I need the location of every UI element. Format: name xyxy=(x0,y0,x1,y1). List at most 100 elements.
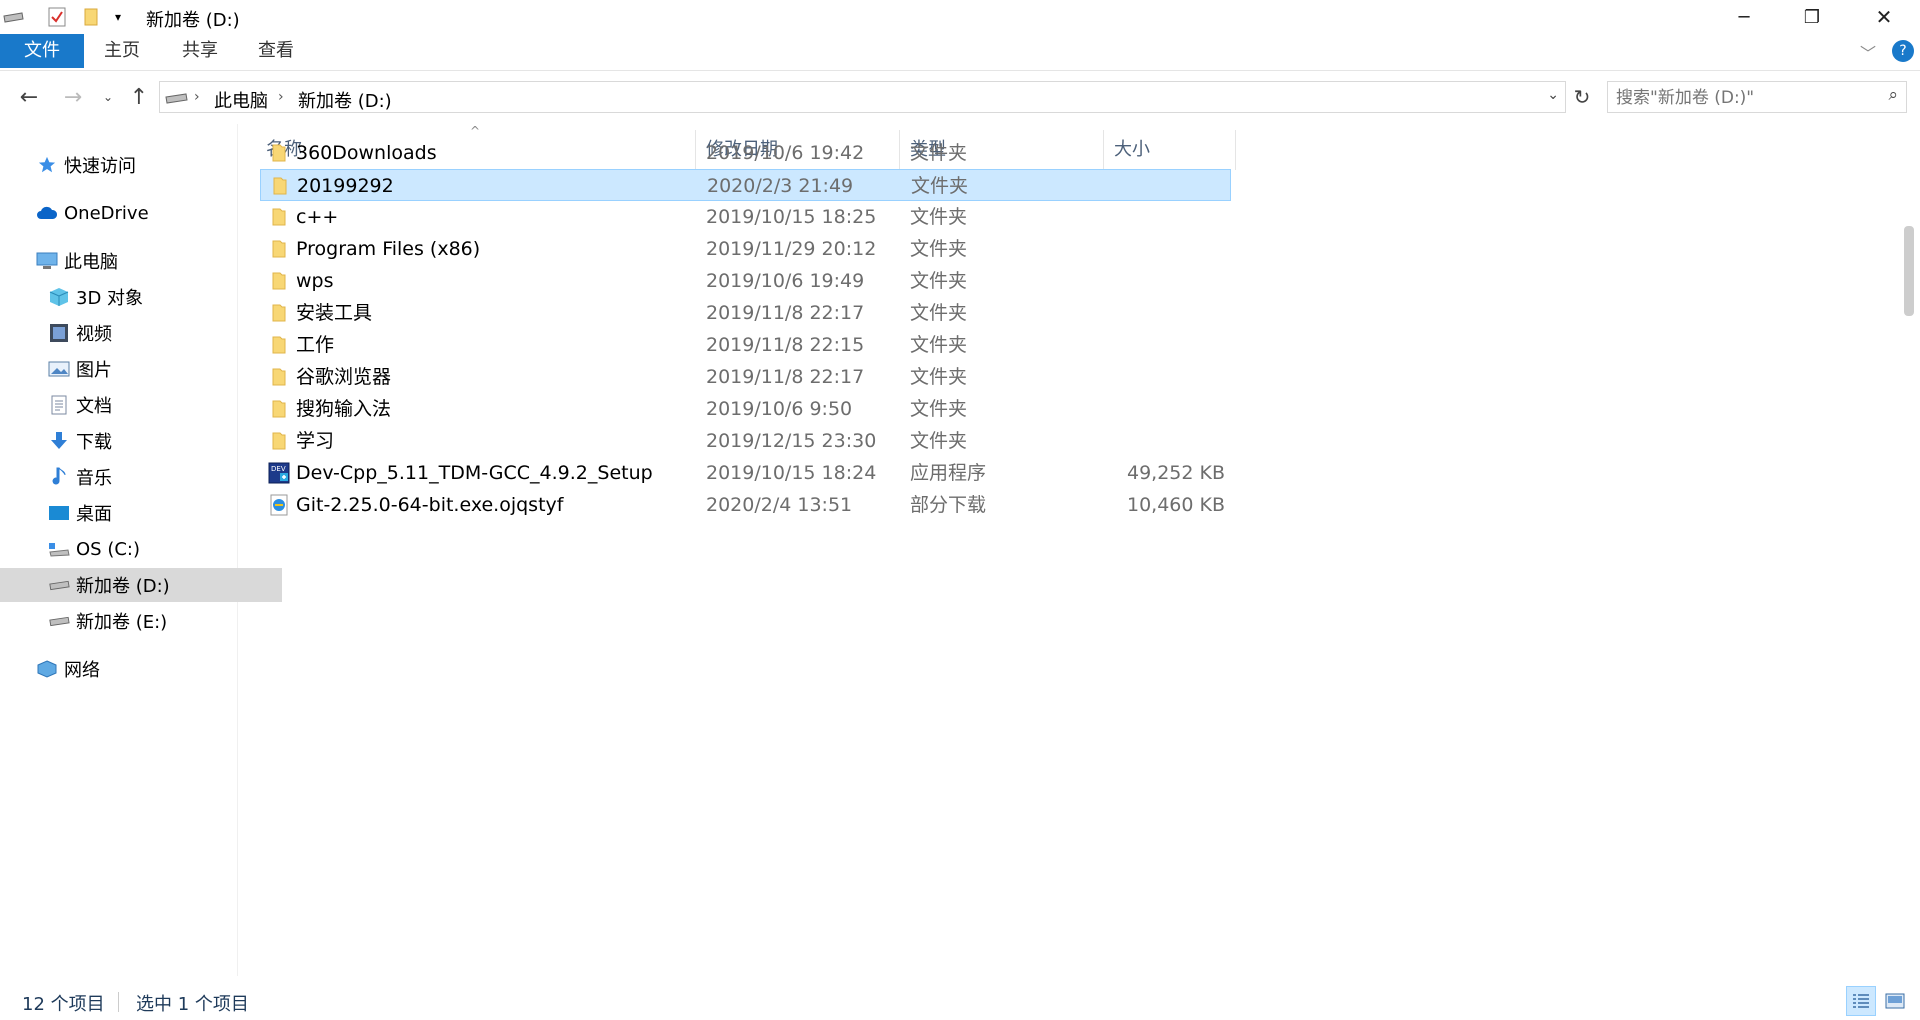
file-type: 文件夹 xyxy=(910,206,968,228)
vertical-scrollbar[interactable] xyxy=(1904,226,1914,316)
computer-icon xyxy=(36,250,58,272)
search-icon[interactable]: ⌕ xyxy=(1888,85,1898,105)
breadcrumb-separator-icon[interactable]: › xyxy=(194,89,200,105)
search-box[interactable]: ⌕ xyxy=(1607,81,1907,113)
address-dropdown-icon[interactable]: ⌄ xyxy=(1547,87,1559,103)
recent-locations-icon[interactable]: ⌄ xyxy=(98,78,118,116)
status-divider xyxy=(118,992,119,1012)
file-row[interactable]: 谷歌浏览器 2019/11/8 22:17 文件夹 xyxy=(260,361,1231,393)
file-type: 文件夹 xyxy=(910,366,968,388)
search-input[interactable] xyxy=(1614,85,1868,111)
properties-icon[interactable] xyxy=(46,6,68,28)
cube-icon xyxy=(48,286,70,308)
file-row[interactable]: wps 2019/10/6 19:49 文件夹 xyxy=(260,265,1231,297)
tab-home[interactable]: 主页 xyxy=(96,34,148,68)
expand-ribbon-icon[interactable]: ﹀ xyxy=(1860,40,1876,64)
file-name: 360Downloads xyxy=(296,142,437,164)
folder-icon xyxy=(268,238,290,260)
sidebar-item-label: 下载 xyxy=(76,432,112,453)
file-row[interactable]: 学习 2019/12/15 23:30 文件夹 xyxy=(260,425,1231,457)
file-row[interactable]: 搜狗输入法 2019/10/6 9:50 文件夹 xyxy=(260,393,1231,425)
file-list: ^ 名称 修改日期 类型 大小 360Downloads2019/10/6 19… xyxy=(238,124,1898,976)
address-bar[interactable]: › 此电脑 › 新加卷 (D:) ⌄ xyxy=(159,81,1566,113)
file-date: 2020/2/4 13:51 xyxy=(706,494,853,516)
sidebar-item-quick-access[interactable]: 快速访问 xyxy=(0,148,270,182)
minimize-button[interactable]: ─ xyxy=(1716,0,1772,34)
desktop-icon xyxy=(48,502,70,524)
file-row[interactable]: Program Files (x86) 2019/11/29 20:12 文件夹 xyxy=(260,233,1231,265)
up-button[interactable]: ↑ xyxy=(124,78,154,116)
file-type: 应用程序 xyxy=(910,462,987,484)
customize-toolbar-icon[interactable]: ▾ xyxy=(108,6,128,28)
devcpp-app-icon: DEV xyxy=(268,462,290,484)
sidebar-item-label: 新加卷 (D:) xyxy=(76,576,170,597)
file-name: Git-2.25.0-64-bit.exe.ojqstyf xyxy=(296,494,564,516)
file-date: 2019/10/15 18:25 xyxy=(706,206,877,228)
close-button[interactable]: ✕ xyxy=(1856,0,1912,34)
folder-icon xyxy=(269,175,291,197)
os-drive-icon xyxy=(48,538,70,560)
folder-icon xyxy=(268,430,290,452)
details-view-icon[interactable] xyxy=(1846,986,1876,1016)
star-icon xyxy=(36,154,58,176)
sidebar-item-label: 新加卷 (E:) xyxy=(76,612,168,633)
file-name: 谷歌浏览器 xyxy=(296,366,392,388)
navigation-bar: ← → ⌄ ↑ › 此电脑 › 新加卷 (D:) ⌄ ↻ ⌕ xyxy=(0,78,1920,116)
forward-button[interactable]: → xyxy=(58,78,88,116)
sidebar-item-label: 此电脑 xyxy=(64,252,118,273)
file-type: 文件夹 xyxy=(910,238,968,260)
file-name: 搜狗输入法 xyxy=(296,398,392,420)
folder-icon xyxy=(268,398,290,420)
svg-text:DEV: DEV xyxy=(271,465,286,473)
file-row[interactable]: DEV Dev-Cpp_5.11_TDM-GCC_4.9.2_Setup 2019/… xyxy=(260,457,1231,489)
status-bar: 12 个项目 选中 1 个项目 xyxy=(0,984,1920,1020)
breadcrumb-this-pc[interactable]: 此电脑 xyxy=(214,87,268,113)
large-icons-view-icon[interactable] xyxy=(1880,986,1910,1016)
file-date: 2019/11/8 22:17 xyxy=(706,366,865,388)
file-name: 学习 xyxy=(296,430,335,452)
cloud-icon xyxy=(36,202,58,224)
help-icon[interactable]: ? xyxy=(1892,40,1914,62)
tab-share[interactable]: 共享 xyxy=(174,34,226,68)
sidebar-item-this-pc[interactable]: 此电脑 xyxy=(0,244,270,278)
file-row[interactable]: 20199292 2020/2/3 21:49 文件夹 xyxy=(260,169,1231,201)
file-row[interactable]: 工作 2019/11/8 22:15 文件夹 xyxy=(260,329,1231,361)
breadcrumb-drive-d[interactable]: 新加卷 (D:) xyxy=(298,87,392,113)
drive-icon xyxy=(48,610,70,632)
drive-icon xyxy=(164,90,188,109)
maximize-button[interactable]: ❐ xyxy=(1784,0,1840,34)
file-row[interactable]: 安装工具 2019/11/8 22:17 文件夹 xyxy=(260,297,1231,329)
file-size: 49,252 KB xyxy=(1126,462,1225,484)
sidebar-item-label: 3D 对象 xyxy=(76,288,144,309)
file-date: 2019/10/15 18:24 xyxy=(706,462,877,484)
folder-icon xyxy=(268,206,290,228)
download-icon xyxy=(48,430,70,452)
file-row[interactable]: Git-2.25.0-64-bit.exe.ojqstyf 2020/2/4 13… xyxy=(260,489,1231,521)
sidebar-item-onedrive[interactable]: OneDrive xyxy=(0,196,270,230)
video-icon xyxy=(48,322,70,344)
file-date: 2019/11/29 20:12 xyxy=(706,238,877,260)
new-folder-icon[interactable] xyxy=(80,6,102,28)
ie-download-icon xyxy=(268,494,290,516)
ribbon-tabs: 文件 主页 共享 查看 ﹀ ? xyxy=(0,34,1920,71)
sidebar-item-label: 文档 xyxy=(76,396,112,417)
breadcrumb-separator-icon[interactable]: › xyxy=(278,89,284,105)
file-size: 10,460 KB xyxy=(1126,494,1225,516)
document-icon xyxy=(48,394,70,416)
file-name: 20199292 xyxy=(297,175,394,197)
sidebar-item-network[interactable]: 网络 xyxy=(0,652,270,686)
folder-icon xyxy=(268,366,290,388)
folder-icon xyxy=(268,142,290,164)
file-row[interactable]: 360Downloads 2019/10/6 19:42 文件夹 xyxy=(260,137,1231,169)
file-date: 2019/12/15 23:30 xyxy=(706,430,877,452)
tab-view[interactable]: 查看 xyxy=(250,34,302,68)
refresh-button[interactable]: ↻ xyxy=(1568,78,1596,116)
file-type: 文件夹 xyxy=(910,430,968,452)
file-date: 2019/11/8 22:15 xyxy=(706,334,865,356)
back-button[interactable]: ← xyxy=(14,78,44,116)
drive-icon xyxy=(48,574,70,596)
file-date: 2019/10/6 9:50 xyxy=(706,398,853,420)
sidebar-item-label: OS (C:) xyxy=(76,538,140,560)
tab-file[interactable]: 文件 xyxy=(0,34,84,68)
file-row[interactable]: c++ 2019/10/15 18:25 文件夹 xyxy=(260,201,1231,233)
